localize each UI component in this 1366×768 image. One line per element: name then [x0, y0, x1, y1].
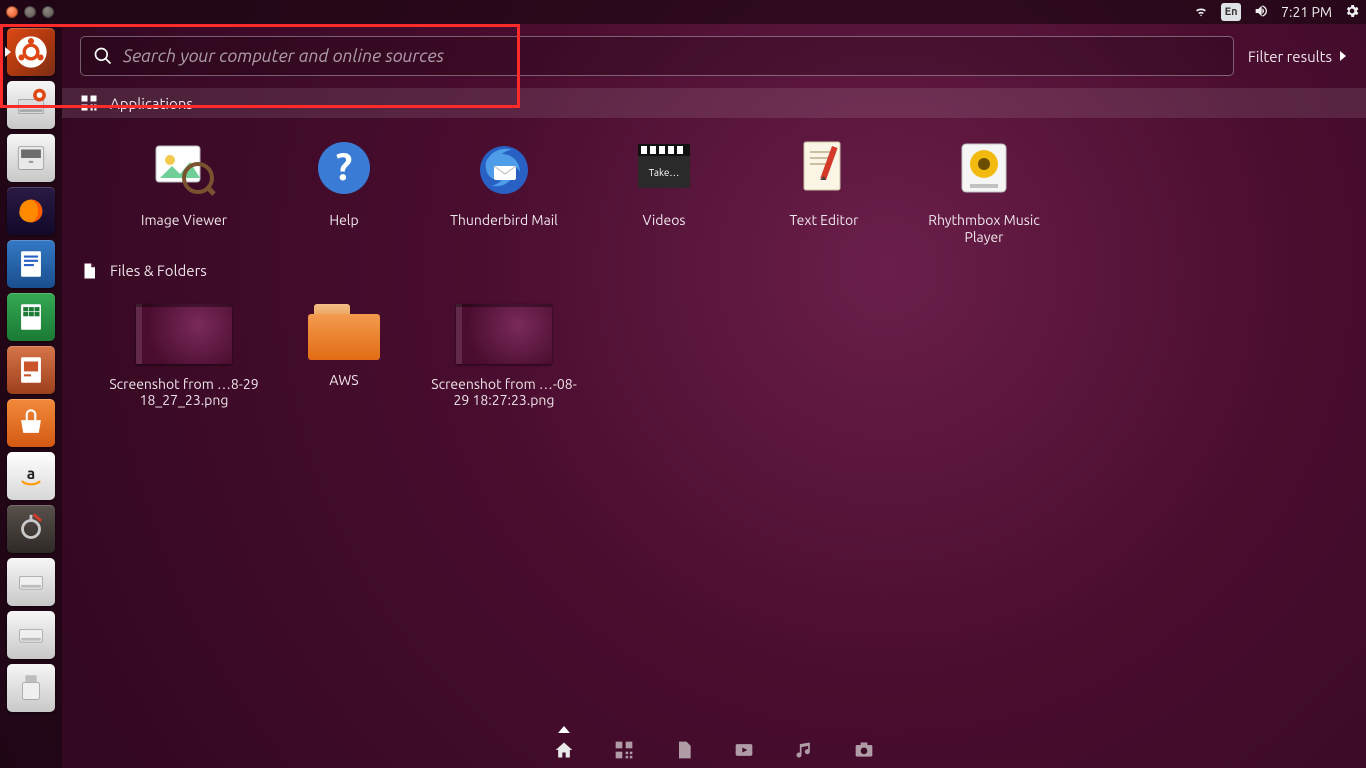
rhythmbox-icon: [952, 136, 1016, 200]
top-panel: En 7:21 PM: [0, 0, 1366, 24]
file-tile-screenshot-1[interactable]: Screenshot from …8-29 18_27_23.png: [104, 304, 264, 410]
app-tile-image-viewer[interactable]: Image Viewer: [104, 136, 264, 246]
app-tile-label: Videos: [643, 212, 686, 229]
launcher-item-installer[interactable]: [7, 81, 55, 129]
app-tile-rhythmbox[interactable]: Rhythmbox Music Player: [904, 136, 1064, 246]
svg-text:a: a: [27, 464, 35, 482]
lens-applications[interactable]: [612, 738, 636, 762]
app-tile-videos[interactable]: Take… Videos: [584, 136, 744, 246]
clock[interactable]: 7:21 PM: [1281, 4, 1332, 20]
svg-text:?: ?: [336, 146, 353, 188]
thunderbird-icon: [472, 136, 536, 200]
lens-music[interactable]: [792, 738, 816, 762]
file-tile-folder-aws[interactable]: AWS: [264, 304, 424, 410]
launcher-item-drive-2[interactable]: [7, 611, 55, 659]
launcher-item-drive-1[interactable]: [7, 558, 55, 606]
dash-search-input[interactable]: [113, 46, 1221, 66]
file-tile-label: Screenshot from …8-29 18_27_23.png: [109, 376, 259, 410]
launcher-item-amazon[interactable]: a: [7, 452, 55, 500]
launcher-item-usb[interactable]: [7, 664, 55, 712]
section-header-applications[interactable]: Applications: [62, 88, 1366, 118]
file-tile-screenshot-2[interactable]: Screenshot from …-08-29 18:27:23.png: [424, 304, 584, 410]
system-gear-icon[interactable]: [1344, 3, 1360, 22]
applications-icon: [80, 94, 98, 112]
launcher-item-files[interactable]: [7, 134, 55, 182]
screenshot-thumbnail-icon: [456, 304, 552, 364]
app-tile-thunderbird[interactable]: Thunderbird Mail: [424, 136, 584, 246]
filter-results-label: Filter results: [1248, 48, 1332, 65]
launcher-item-firefox[interactable]: [7, 187, 55, 235]
unity-dash: Filter results Applications Image Viewer…: [62, 24, 1366, 768]
file-tile-label: AWS: [329, 372, 358, 389]
lens-home[interactable]: [552, 738, 576, 762]
unity-launcher: a: [0, 24, 62, 768]
app-tile-help[interactable]: ? Help: [264, 136, 424, 246]
network-icon[interactable]: [1193, 3, 1209, 22]
app-tile-label: Help: [329, 212, 358, 229]
text-editor-icon: [792, 136, 856, 200]
svg-text:Take…: Take…: [649, 167, 680, 178]
app-tile-label: Text Editor: [790, 212, 859, 229]
lens-video[interactable]: [732, 738, 756, 762]
launcher-item-software-center[interactable]: [7, 399, 55, 447]
launcher-item-impress[interactable]: [7, 346, 55, 394]
app-tile-label: Thunderbird Mail: [450, 212, 558, 229]
launcher-item-calc[interactable]: [7, 293, 55, 341]
lens-files[interactable]: [672, 738, 696, 762]
section-title: Applications: [110, 95, 193, 112]
help-icon: ?: [312, 136, 376, 200]
dash-lens-bar: [62, 732, 1366, 768]
window-close-button[interactable]: [6, 6, 18, 18]
videos-icon: Take…: [632, 136, 696, 200]
launcher-dash-button[interactable]: [7, 28, 55, 76]
chevron-right-icon: [1338, 50, 1348, 62]
launcher-item-writer[interactable]: [7, 240, 55, 288]
file-icon: [80, 262, 98, 280]
keyboard-language-badge[interactable]: En: [1221, 3, 1241, 21]
section-title: Files & Folders: [110, 262, 207, 279]
section-header-files[interactable]: Files & Folders: [62, 256, 1366, 286]
ubuntu-logo-icon: [14, 35, 48, 69]
app-tile-label: Rhythmbox Music Player: [909, 212, 1059, 246]
app-tile-text-editor[interactable]: Text Editor: [744, 136, 904, 246]
image-viewer-icon: [152, 136, 216, 200]
dash-header: Filter results: [80, 36, 1348, 76]
search-icon: [93, 46, 113, 66]
dash-search-field[interactable]: [80, 36, 1234, 76]
launcher-active-indicator-icon: [5, 47, 11, 57]
app-tile-label: Image Viewer: [141, 212, 227, 229]
screenshot-thumbnail-icon: [136, 304, 232, 364]
applications-grid: Image Viewer ? Help Thunderbird Mail Tak…: [80, 118, 1348, 256]
volume-icon[interactable]: [1253, 3, 1269, 22]
folder-icon: [308, 304, 380, 360]
filter-results-button[interactable]: Filter results: [1248, 48, 1348, 65]
lens-photos[interactable]: [852, 738, 876, 762]
file-tile-label: Screenshot from …-08-29 18:27:23.png: [429, 376, 579, 410]
window-minimize-button[interactable]: [24, 6, 36, 18]
system-tray: En 7:21 PM: [1193, 3, 1360, 22]
launcher-item-settings[interactable]: [7, 505, 55, 553]
files-grid: Screenshot from …8-29 18_27_23.png AWS S…: [80, 286, 1348, 420]
window-maximize-button[interactable]: [42, 6, 54, 18]
